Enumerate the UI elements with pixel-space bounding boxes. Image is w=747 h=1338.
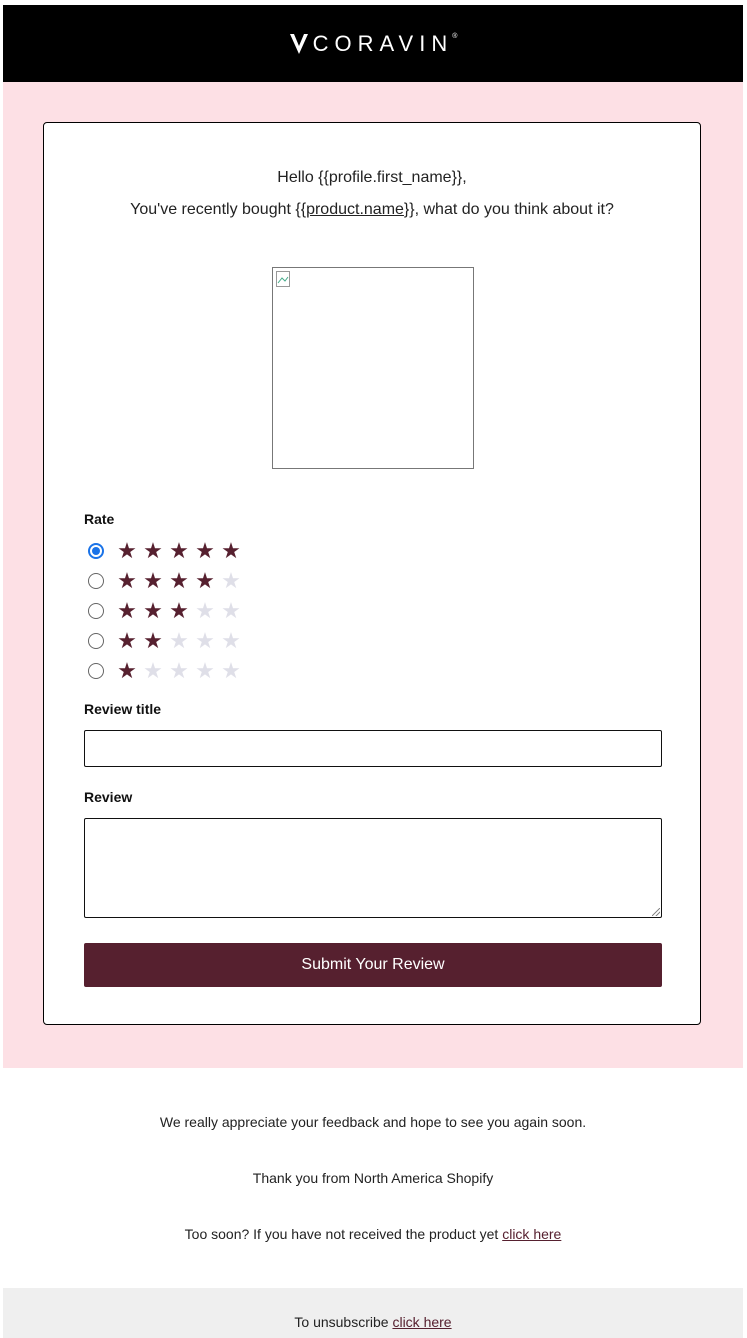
review-card: Hello {{profile.first_name}}, You've rec…: [43, 122, 701, 1025]
rating-radio-3[interactable]: [88, 603, 104, 619]
star-empty-icon: ★: [221, 568, 241, 593]
too-soon-line: Too soon? If you have not received the p…: [184, 1226, 562, 1242]
star-empty-icon: ★: [143, 658, 163, 683]
star-empty-icon: ★: [221, 658, 241, 683]
review-label: Review: [84, 789, 133, 805]
rating-radio-2[interactable]: [88, 633, 104, 649]
unsubscribe-link[interactable]: click here: [392, 1314, 451, 1330]
rating-option-5[interactable]: ★ ★ ★ ★ ★: [88, 538, 244, 564]
star-filled-icon: ★: [143, 568, 163, 593]
registered-mark: ®: [452, 32, 458, 40]
product-name-link[interactable]: product.name: [306, 201, 404, 218]
rating-option-4[interactable]: ★ ★ ★ ★ ★: [88, 568, 244, 594]
star-empty-icon: ★: [169, 658, 189, 683]
star-filled-icon: ★: [117, 658, 137, 683]
review-title-label: Review title: [84, 701, 162, 717]
star-empty-icon: ★: [169, 628, 189, 653]
rating-option-1[interactable]: ★ ★ ★ ★ ★: [88, 658, 244, 684]
star-filled-icon: ★: [169, 568, 189, 593]
coravin-v-icon: [289, 33, 308, 54]
rating-radio-1[interactable]: [88, 663, 104, 679]
logo-wordmark: CORAVIN: [312, 30, 454, 56]
appreciation-text: We really appreciate your feedback and h…: [159, 1114, 587, 1130]
star-filled-icon: ★: [117, 598, 137, 623]
greeting: Hello {{profile.first_name}},: [277, 169, 467, 186]
star-filled-icon: ★: [143, 628, 163, 653]
star-empty-icon: ★: [195, 658, 215, 683]
review-title-input[interactable]: [84, 730, 662, 767]
star-empty-icon: ★: [221, 598, 241, 623]
star-empty-icon: ★: [195, 628, 215, 653]
email-header: CORAVIN ®: [3, 5, 743, 82]
star-filled-icon: ★: [143, 538, 163, 563]
product-image: [272, 267, 474, 469]
star-filled-icon: ★: [169, 598, 189, 623]
submit-review-button[interactable]: Submit Your Review: [84, 943, 662, 987]
review-section: Hello {{profile.first_name}}, You've rec…: [3, 82, 743, 1068]
star-filled-icon: ★: [195, 568, 215, 593]
star-empty-icon: ★: [195, 598, 215, 623]
rating-radio-5[interactable]: [88, 543, 104, 559]
unsubscribe-line: To unsubscribe click here: [294, 1314, 452, 1330]
star-filled-icon: ★: [221, 538, 241, 563]
resize-handle-icon[interactable]: [652, 908, 660, 916]
unsubscribe-bar: To unsubscribe click here: [3, 1288, 743, 1338]
bought-line: You've recently bought {{product.name}},…: [130, 201, 614, 218]
star-filled-icon: ★: [117, 538, 137, 563]
rate-label: Rate: [84, 511, 115, 527]
thanks-text: Thank you from North America Shopify: [252, 1170, 494, 1186]
footer-messages: We really appreciate your feedback and h…: [3, 1068, 743, 1288]
coravin-logo[interactable]: CORAVIN ®: [289, 30, 458, 57]
review-textarea[interactable]: [84, 818, 662, 918]
star-filled-icon: ★: [117, 568, 137, 593]
star-filled-icon: ★: [195, 538, 215, 563]
star-empty-icon: ★: [221, 628, 241, 653]
star-filled-icon: ★: [143, 598, 163, 623]
rating-option-2[interactable]: ★ ★ ★ ★ ★: [88, 628, 244, 654]
star-filled-icon: ★: [169, 538, 189, 563]
too-soon-link[interactable]: click here: [502, 1226, 561, 1242]
rating-radio-4[interactable]: [88, 573, 104, 589]
rating-option-3[interactable]: ★ ★ ★ ★ ★: [88, 598, 244, 624]
star-filled-icon: ★: [117, 628, 137, 653]
broken-image-icon: [276, 271, 290, 287]
